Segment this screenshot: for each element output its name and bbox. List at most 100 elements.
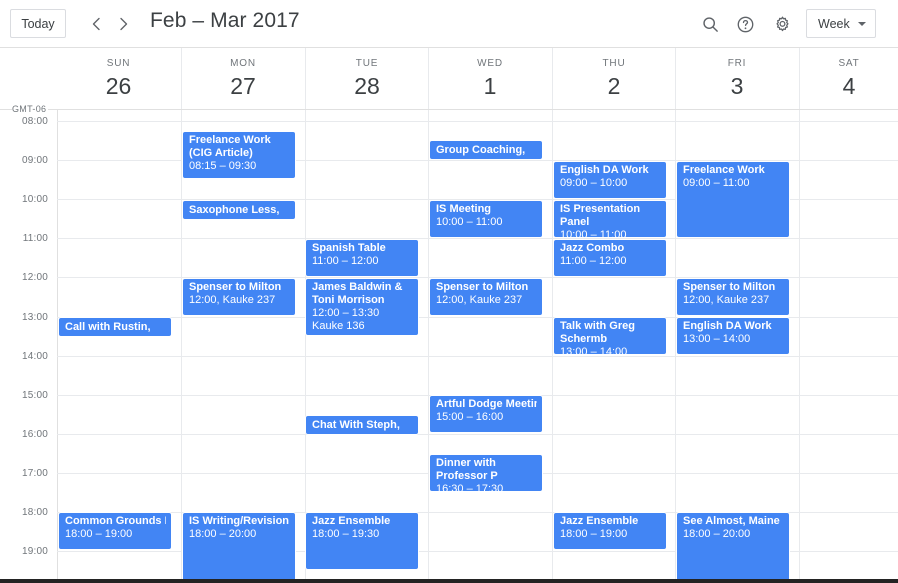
calendar-event[interactable]: IS Presentation Panel 10:00 – 11:00 [553,200,667,238]
event-time: 10:00 [189,219,217,220]
day-name-label: SAT [838,58,860,69]
hour-label: 16:00 [21,428,48,440]
calendar-event[interactable]: Talk with Greg Schermb 13:00 – 14:00 [553,317,667,355]
day-column-divider [799,110,800,583]
event-title: Chat With Steph, [312,419,400,431]
event-time: 18:00 – 19:00 [560,528,628,540]
date-range-title: Feb – Mar 2017 [150,9,300,32]
next-period-button[interactable] [110,11,136,37]
day-number-label[interactable]: 26 [57,73,180,99]
calendar-event[interactable]: Chat With Steph, 15:30 [305,415,419,435]
previous-period-button[interactable] [84,11,110,37]
hour-label: 15:00 [21,389,48,401]
top-toolbar: Today Feb – Mar 2017 Week [0,0,898,48]
calendar-event[interactable]: Jazz Ensemble 18:00 – 19:00 [553,512,667,550]
hour-label: 18:00 [21,507,48,518]
day-column-header-tue[interactable]: TUE 28 [305,48,428,109]
event-title: English DA Work [683,320,772,332]
calendar-event[interactable]: English DA Work 09:00 – 10:00 [553,161,667,199]
day-name-label: TUE [355,58,379,69]
hour-label: 12:00 [21,272,48,284]
event-time: 12:00, Kauke 237 [683,294,770,306]
event-title: Artful Dodge Meeting [436,398,537,410]
day-number-label[interactable]: 4 [800,73,898,99]
day-number-label[interactable]: 2 [553,73,675,99]
day-name-label: WED [477,58,503,69]
event-title: Common Grounds Meet [65,515,166,527]
hour-gridline [57,238,898,240]
event-time: 15:30 [312,434,340,435]
calendar-event[interactable]: English DA Work 13:00 – 14:00 [676,317,790,355]
today-button[interactable]: Today [10,9,66,38]
day-number-label[interactable]: 1 [429,73,551,99]
calendar-event[interactable]: Freelance Work 09:00 – 11:00 [676,161,790,238]
event-title: Jazz Combo [560,242,625,254]
calendar-event[interactable]: Spenser to Milton 12:00, Kauke 237 [182,278,296,316]
event-title: Jazz Ensemble [560,515,639,527]
viewport-bottom-edge [0,579,898,583]
calendar-event[interactable]: Jazz Ensemble 18:00 – 19:30 [305,512,419,570]
day-column-header-wed[interactable]: WED 1 [428,48,551,109]
calendar-event[interactable]: Saxophone Less, 10:00 [182,200,296,220]
calendar-event[interactable]: Common Grounds Meet18:00 – 19:00 [58,512,172,550]
search-button[interactable] [696,10,724,38]
event-title: Jazz Ensemble [312,515,391,527]
calendar-event[interactable]: Spenser to Milton 12:00, Kauke 237 [676,278,790,316]
search-icon [702,16,718,32]
calendar-event[interactable]: Spanish Table 11:00 – 12:00 [305,239,419,277]
day-number-label[interactable]: 27 [182,73,304,99]
settings-button[interactable] [768,10,796,38]
chevron-left-icon [92,17,100,31]
event-time: 10:00 – 11:00 [560,229,627,238]
hour-label: 19:00 [21,546,48,558]
calendar-event[interactable]: IS Meeting 10:00 – 11:00 [429,200,543,238]
hour-label: 09:00 [21,155,48,167]
calendar-event[interactable]: Dinner with Professor P 16:30 – 17:30 [429,454,543,492]
day-column-header-sun[interactable]: SUN 26 [57,48,180,109]
event-time: 18:00 – 19:30 [312,528,380,540]
calendar-event[interactable]: Jazz Combo 11:00 – 12:00 [553,239,667,277]
day-number-label[interactable]: 28 [306,73,428,99]
event-time: 08:15 – 09:30 [189,160,257,172]
event-title: James Baldwin & Toni Morrison [312,281,403,306]
hour-label: 08:00 [21,116,48,127]
event-title: Talk with Greg Schermb [560,320,635,345]
calendar-event[interactable]: See Almost, Maine 18:00 – 20:00 [676,512,790,583]
hour-label: 10:00 [21,194,48,206]
calendar-event[interactable]: Artful Dodge Meeting 15:00 – 16:00 [429,395,543,433]
event-title: Spanish Table [312,242,386,254]
calendar-event[interactable]: Group Coaching, 08:30 [429,140,543,160]
calendar-event[interactable]: Spenser to Milton 12:00, Kauke 237 [429,278,543,316]
calendar-event[interactable]: Freelance Work (CIG Article) 08:15 – 09:3… [182,131,296,179]
day-column-header-thu[interactable]: THU 2 [552,48,675,109]
day-name-label: SUN [106,58,131,69]
event-title: Call with Rustin, [65,321,151,333]
event-time: 16:30 – 17:30 [436,483,504,492]
event-time: 12:00, Kauke 237 [189,294,276,306]
event-title: Dinner with Professor P [436,457,498,482]
event-title: Group Coaching, [436,144,526,156]
view-mode-label: Week [818,16,850,31]
event-time: 18:00 – 20:00 [189,528,257,540]
event-time: 10:00 – 11:00 [436,216,503,228]
day-column-header-mon[interactable]: MON 27 [181,48,304,109]
day-column-header-sat[interactable]: SAT 4 [799,48,898,109]
calendar-grid[interactable]: 08:00 09:00 10:00 11:00 12:00 13:00 14:00 15:00… [0,110,898,583]
calendar-event[interactable]: James Baldwin & Toni Morrison 12:00 – 13:… [305,278,419,336]
calendar-app: Today Feb – Mar 2017 Week SUN 26 MON 27 … [0,0,898,583]
calendar-event[interactable]: Call with Rustin, 13:00 [58,317,172,337]
event-time: 12:00, Kauke 237 [436,294,523,306]
event-time: 08:30 [436,159,464,160]
event-location: Kauke 136 [312,320,365,332]
event-time: 13:00 [65,336,93,337]
day-column-header-fri[interactable]: FRI 3 [675,48,798,109]
event-time: 18:00 – 19:00 [65,528,133,540]
help-button[interactable] [731,10,759,38]
hour-label: 14:00 [21,350,48,362]
chevron-down-icon [858,21,866,26]
calendar-event[interactable]: IS Writing/Revision 18:00 – 20:00 [182,512,296,583]
view-mode-select[interactable]: Week [806,9,876,38]
day-number-label[interactable]: 3 [676,73,798,99]
event-time: 09:00 – 10:00 [560,177,628,189]
hour-label: 11:00 [22,233,48,245]
